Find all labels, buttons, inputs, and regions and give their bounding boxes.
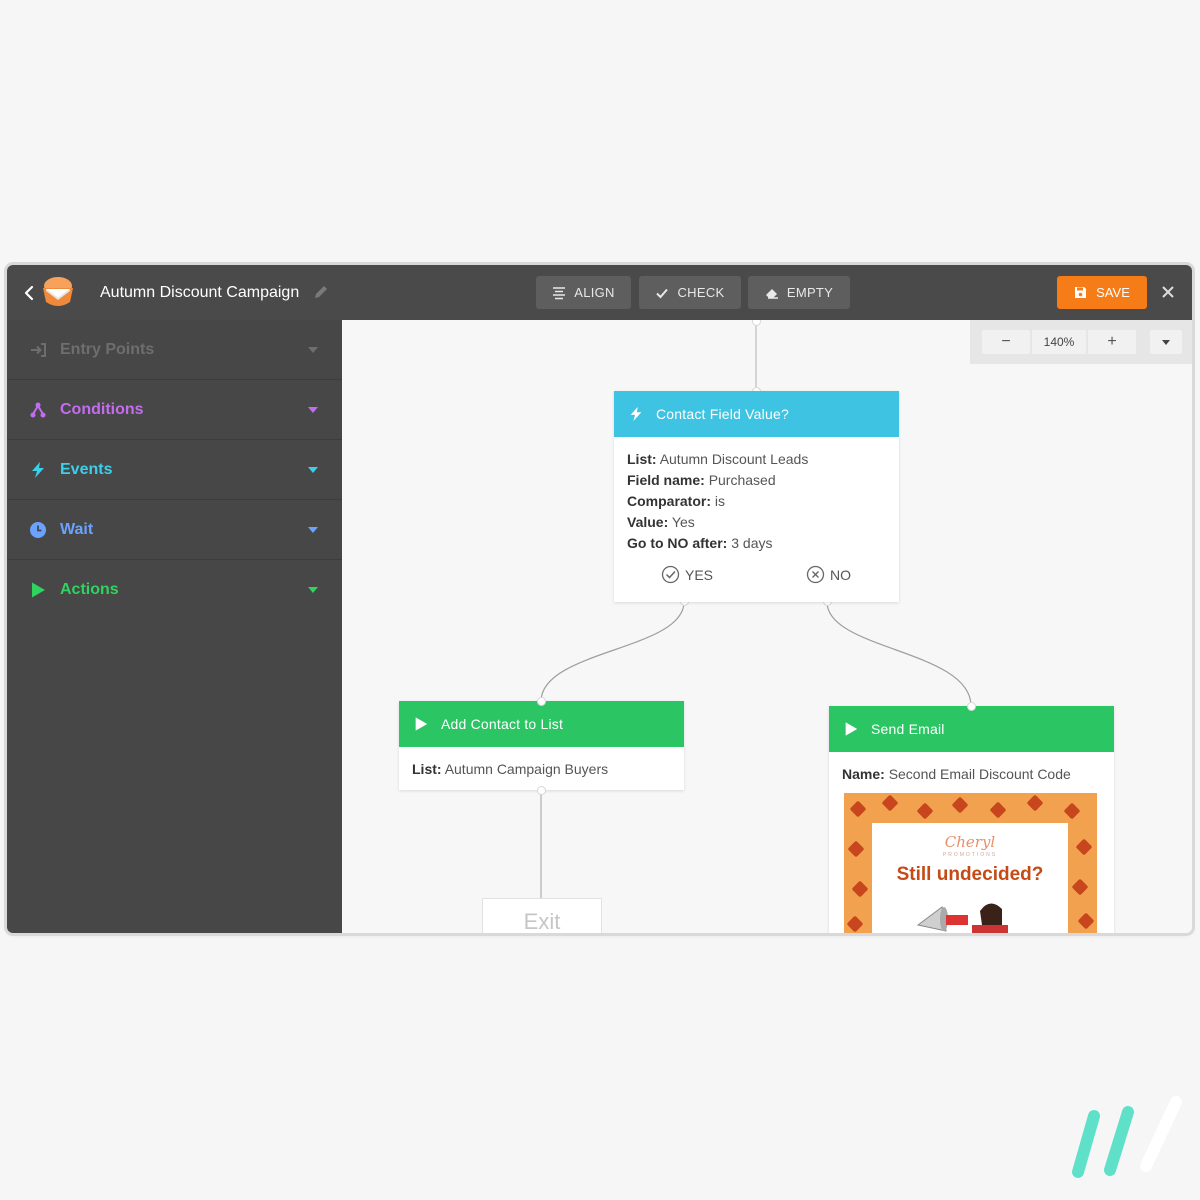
- zoom-out-button[interactable]: −: [982, 330, 1030, 354]
- send-email-node[interactable]: Send Email Name: Second Email Discount C…: [829, 706, 1114, 933]
- empty-button[interactable]: EMPTY: [748, 276, 850, 309]
- sidebar-item-label: Entry Points: [60, 340, 155, 358]
- leaf-decoration: [916, 802, 934, 820]
- email-brand-subtitle: PROMOTIONS: [942, 852, 998, 858]
- email-preview-thumbnail[interactable]: Cheryl PROMOTIONS Still undecided?: [844, 793, 1097, 933]
- check-icon: [656, 288, 669, 298]
- add-contact-node[interactable]: Add Contact to List List: Autumn Campaig…: [399, 701, 684, 790]
- leaf-decoration: [847, 840, 865, 858]
- sidebar-item-actions[interactable]: Actions: [7, 560, 342, 620]
- node-body: Name: Second Email Discount Code: [829, 752, 1114, 797]
- node-header: Add Contact to List: [399, 701, 684, 747]
- leaf-decoration: [1075, 838, 1093, 856]
- sidebar-item-label: Wait: [60, 520, 94, 538]
- zoom-controls: − 140% +: [970, 320, 1192, 364]
- node-field: Go to NO after: 3 days: [627, 535, 773, 551]
- leaf-decoration: [881, 794, 899, 812]
- lightning-icon: [630, 406, 642, 422]
- sidebar-item-label: Actions: [60, 581, 119, 598]
- play-icon: [415, 717, 428, 731]
- align-icon: [553, 286, 566, 299]
- node-field: Name: Second Email Discount Code: [842, 766, 1071, 782]
- email-headline: Still undecided?: [896, 864, 1044, 885]
- save-button-label: SAVE: [1096, 285, 1130, 300]
- sidebar-item-events[interactable]: Events: [7, 440, 342, 500]
- chevron-down-icon: [308, 587, 318, 593]
- email-brand-name: Cheryl: [944, 833, 996, 851]
- sidebar-item-conditions[interactable]: Conditions: [7, 380, 342, 440]
- node-field: Value: Yes: [627, 514, 695, 530]
- sidebar-item-label: Conditions: [60, 400, 144, 418]
- pencil-icon[interactable]: [312, 283, 330, 301]
- zoom-in-button[interactable]: +: [1088, 330, 1136, 354]
- app-logo-icon: [43, 277, 73, 306]
- entry-icon: [29, 341, 47, 359]
- megaphone-icon: [916, 903, 1008, 933]
- leaf-decoration: [1077, 912, 1095, 930]
- zoom-level: 140%: [1032, 330, 1086, 354]
- floppy-disk-icon: [1075, 287, 1087, 298]
- no-label: NO: [830, 566, 851, 583]
- node-field: List: Autumn Discount Leads: [627, 451, 809, 467]
- brand-slashes-icon: [1072, 1096, 1182, 1178]
- save-button[interactable]: SAVE: [1057, 276, 1147, 309]
- lightning-icon: [29, 461, 47, 479]
- leaf-decoration: [989, 801, 1007, 819]
- leaf-decoration: [851, 880, 869, 898]
- no-branch[interactable]: NO: [806, 565, 851, 584]
- exit-node[interactable]: Exit: [482, 898, 602, 933]
- node-body: List: Autumn Discount Leads Field name: …: [614, 437, 899, 566]
- empty-button-label: EMPTY: [786, 285, 834, 300]
- play-icon: [845, 722, 858, 736]
- leaf-decoration: [849, 800, 867, 818]
- node-field: Field name: Purchased: [627, 472, 776, 488]
- node-header: Send Email: [829, 706, 1114, 752]
- align-button-label: ALIGN: [574, 285, 615, 300]
- check-button-label: CHECK: [677, 285, 725, 300]
- node-title: Add Contact to List: [441, 716, 564, 732]
- chevron-down-icon: [308, 467, 318, 473]
- sidebar-item-label: Events: [60, 460, 113, 478]
- sidebar: Entry Points Conditions Events Wait Acti…: [7, 320, 342, 933]
- zoom-dropdown[interactable]: [1150, 330, 1182, 354]
- play-icon: [29, 581, 47, 599]
- top-bar: Autumn Discount Campaign ALIGN CHECK EMP…: [7, 265, 1192, 320]
- automation-editor-window: Autumn Discount Campaign ALIGN CHECK EMP…: [7, 265, 1192, 933]
- node-header: Contact Field Value?: [614, 391, 899, 437]
- exit-label: Exit: [523, 909, 561, 933]
- branch-options: YES NO: [614, 563, 899, 587]
- node-title: Contact Field Value?: [656, 406, 789, 422]
- leaf-decoration: [1026, 794, 1044, 812]
- sidebar-item-wait[interactable]: Wait: [7, 500, 342, 560]
- chevron-down-icon: [308, 347, 318, 353]
- node-title: Send Email: [871, 721, 945, 737]
- node-field: Comparator: is: [627, 493, 726, 509]
- close-icon[interactable]: [1160, 284, 1176, 300]
- clock-icon: [29, 521, 47, 539]
- leaf-decoration: [1071, 878, 1089, 896]
- align-button[interactable]: ALIGN: [536, 276, 631, 309]
- sidebar-item-entry-points[interactable]: Entry Points: [7, 320, 342, 380]
- connector-dot[interactable]: [537, 697, 546, 706]
- back-arrow-icon[interactable]: [21, 283, 37, 303]
- email-preview-card: Cheryl PROMOTIONS Still undecided?: [872, 823, 1068, 933]
- conditions-icon: [29, 401, 47, 419]
- eraser-icon: [765, 288, 778, 299]
- yes-branch[interactable]: YES: [661, 565, 713, 584]
- chevron-down-icon: [308, 527, 318, 533]
- check-button[interactable]: CHECK: [639, 276, 741, 309]
- connector-dot[interactable]: [537, 786, 546, 795]
- leaf-decoration: [951, 796, 969, 814]
- condition-node[interactable]: Contact Field Value? List: Autumn Discou…: [614, 391, 899, 602]
- leaf-decoration: [846, 915, 864, 933]
- leaf-decoration: [1063, 802, 1081, 820]
- chevron-down-icon: [308, 407, 318, 413]
- workflow-canvas[interactable]: − 140% + Contact Field Value? List: Autu…: [342, 320, 1192, 933]
- campaign-title: Autumn Discount Campaign: [100, 284, 300, 301]
- yes-label: YES: [685, 566, 714, 583]
- connector-dot[interactable]: [967, 702, 976, 711]
- x-circle-icon: [806, 565, 825, 584]
- check-circle-icon: [661, 565, 680, 584]
- node-field: List: Autumn Campaign Buyers: [412, 761, 609, 777]
